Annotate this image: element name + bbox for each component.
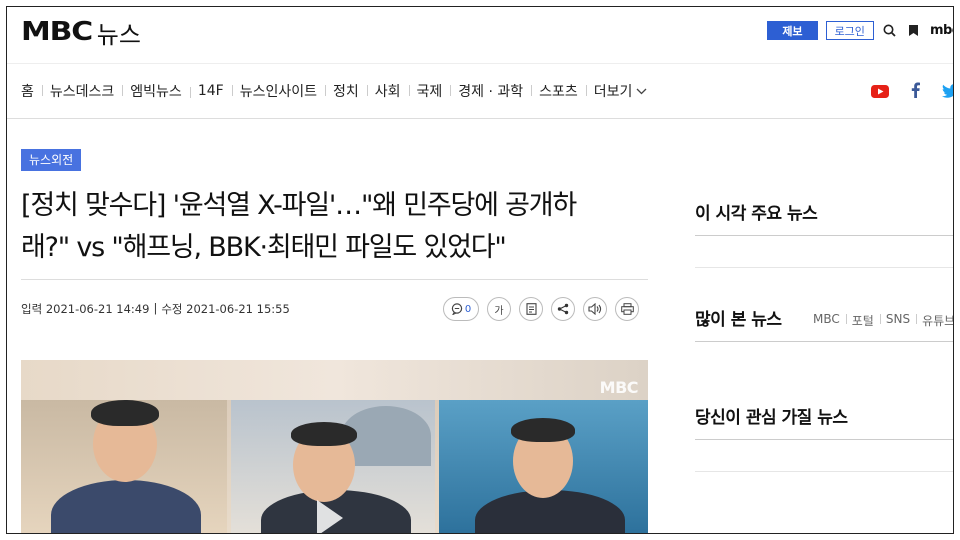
nav-item-sports[interactable]: 스포츠 (531, 81, 586, 101)
font-size-button[interactable]: 가 (487, 297, 511, 321)
chevron-down-icon (636, 88, 647, 94)
play-icon[interactable] (317, 500, 343, 533)
twitter-icon[interactable] (942, 83, 953, 102)
site-header: MBC 뉴스 제보 로그인 mbc (7, 7, 953, 63)
tab-sns[interactable]: SNS (879, 312, 916, 329)
search-icon[interactable] (882, 22, 898, 40)
guest-left-hair (91, 400, 159, 426)
nav-item-insight[interactable]: 뉴스인사이트 (231, 81, 325, 101)
nav-more-button[interactable]: 더보기 (585, 81, 656, 101)
interest-news-title: 당신이 관심 가질 뉴스 (695, 408, 848, 428)
facebook-icon[interactable] (911, 82, 920, 102)
tab-mbc[interactable]: MBC (813, 312, 846, 329)
print-button[interactable] (615, 297, 639, 321)
article-title-line1: [정치 맞수다] '윤석열 X-파일'…"왜 민주당에 공개하 (21, 190, 577, 221)
logo-news: 뉴스 (96, 20, 141, 49)
category-tag[interactable]: 뉴스외전 (21, 149, 82, 171)
guest-right-hair (511, 418, 575, 442)
comment-button[interactable]: 0 (443, 297, 479, 321)
guest-left-body (51, 480, 201, 533)
utility-menu: 제보 로그인 mbc (767, 21, 953, 40)
document-icon (525, 303, 537, 315)
most-viewed-tabs: MBC 포털 SNS 유튜브 (813, 312, 953, 329)
youtube-icon[interactable] (871, 83, 889, 102)
panel-right-guest (439, 400, 648, 533)
photo-background (21, 360, 648, 400)
article-video-thumbnail[interactable]: MBC (21, 360, 648, 533)
site-logo[interactable]: MBC 뉴스 (21, 17, 141, 49)
mbc-home-link[interactable]: mbc (930, 23, 953, 38)
nav-item-embic[interactable]: 엠빅뉴스 (122, 81, 190, 101)
now-news-divider-light (695, 267, 953, 268)
report-button[interactable]: 제보 (767, 21, 818, 40)
most-viewed-divider (695, 341, 953, 342)
nav-more-label: 더보기 (593, 84, 633, 100)
photo-watermark: MBC (599, 378, 639, 397)
now-news-divider (695, 235, 953, 236)
comment-icon (451, 303, 463, 315)
nav-item-society[interactable]: 사회 (366, 81, 409, 101)
edit-date: 수정 2021-06-21 15:55 (161, 302, 290, 316)
login-button[interactable]: 로그인 (825, 21, 874, 40)
input-date: 입력 2021-06-21 14:49 (21, 302, 150, 316)
nav-item-14f[interactable]: 14F (189, 83, 232, 99)
title-divider (21, 279, 648, 280)
bookmark-icon[interactable] (906, 22, 922, 40)
interest-news-divider (695, 439, 953, 440)
scrap-button[interactable] (519, 297, 543, 321)
nav-item-newsdesk[interactable]: 뉴스데스크 (41, 81, 122, 101)
interest-news-divider-light (695, 471, 953, 472)
main-nav: 홈 뉴스데스크 엠빅뉴스 14F 뉴스인사이트 정치 사회 국제 경제 · 과학… (7, 63, 953, 119)
logo-mbc: MBC (21, 17, 93, 47)
browser-page: MBC 뉴스 제보 로그인 mbc 홈 뉴스데스크 엠빅뉴스 14F 뉴스인사이… (6, 6, 954, 534)
nav-list: 홈 뉴스데스크 엠빅뉴스 14F 뉴스인사이트 정치 사회 국제 경제 · 과학… (21, 64, 655, 118)
tab-youtube[interactable]: 유튜브 (916, 312, 953, 329)
article-dates: 입력 2021-06-21 14:49 | 수정 2021-06-21 15:5… (21, 301, 290, 317)
tab-portal[interactable]: 포털 (845, 312, 880, 329)
now-news-section: 이 시각 주요 뉴스 (695, 199, 953, 268)
print-icon (620, 303, 634, 315)
interest-news-section: 당신이 관심 가질 뉴스 (695, 403, 953, 472)
nav-item-home[interactable]: 홈 (21, 81, 42, 101)
share-icon (557, 303, 569, 315)
social-links (871, 82, 953, 102)
date-separator: | (153, 301, 158, 315)
font-size-label: 가 (494, 305, 504, 317)
comment-count: 0 (464, 303, 472, 315)
panel-left-guest (21, 400, 227, 533)
nav-item-politics[interactable]: 정치 (324, 81, 367, 101)
nav-item-economy[interactable]: 경제 · 과학 (450, 81, 531, 101)
now-news-title: 이 시각 주요 뉴스 (695, 204, 818, 224)
speaker-icon (588, 303, 602, 315)
share-button[interactable] (551, 297, 575, 321)
most-viewed-section: 많이 본 뉴스 MBC 포털 SNS 유튜브 (695, 305, 953, 342)
article-tools: 0 가 (443, 297, 639, 321)
listen-button[interactable] (583, 297, 607, 321)
host-hair (291, 422, 357, 446)
article-title: [정치 맞수다] '윤석열 X-파일'…"왜 민주당에 공개하 래?" vs "… (21, 185, 641, 269)
article-title-line2: 래?" vs "해프닝, BBK·최태민 파일도 있었다" (21, 232, 507, 263)
nav-item-world[interactable]: 국제 (408, 81, 451, 101)
